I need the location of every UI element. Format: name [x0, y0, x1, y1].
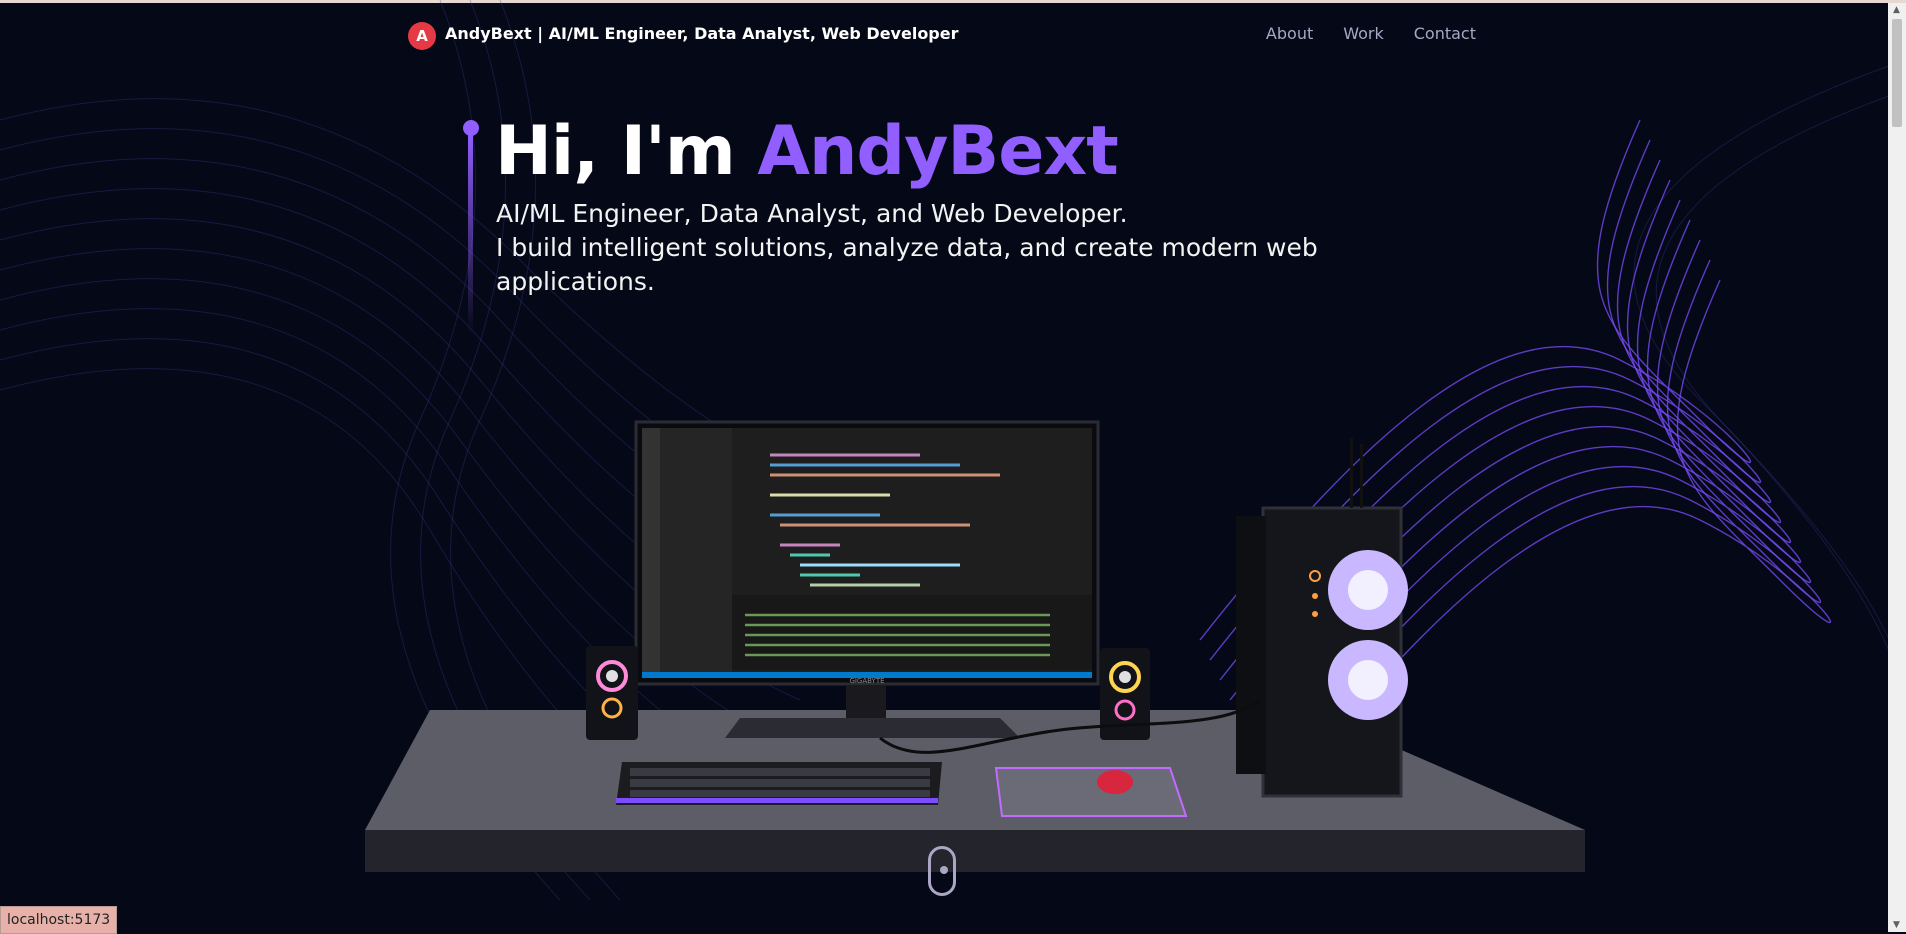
scroll-down-arrow-icon[interactable]: ▼ — [1893, 920, 1900, 930]
mousepad — [994, 767, 1188, 817]
logo-letter: A — [416, 27, 428, 45]
page-scrollbar[interactable]: ▲ ▼ — [1888, 3, 1906, 932]
hero-title-prefix: Hi, I'm — [495, 112, 758, 191]
desk-front — [365, 830, 1585, 872]
scroll-dot-icon — [940, 866, 948, 874]
monitor-base — [725, 718, 1020, 738]
brand-title[interactable]: AndyBext | AI/ML Engineer, Data Analyst,… — [445, 24, 959, 43]
scrollbar-thumb[interactable] — [1892, 19, 1902, 127]
keyboard-rgb-strip — [616, 798, 938, 803]
speaker-left — [586, 646, 638, 740]
nav-link-work[interactable]: Work — [1343, 24, 1384, 43]
monitor-neck — [846, 686, 886, 718]
navbar: A AndyBext | AI/ML Engineer, Data Analys… — [408, 18, 1476, 50]
editor-terminal — [732, 595, 1092, 670]
hero-subtitle-line2: I build intelligent solutions, analyze d… — [496, 233, 1318, 296]
monitor-brand-label: GIGABYTE — [849, 677, 884, 685]
nav-link-contact[interactable]: Contact — [1414, 24, 1476, 43]
nav-links: About Work Contact — [1266, 24, 1476, 43]
scroll-down-indicator[interactable] — [928, 846, 956, 896]
hero-accent-line — [468, 134, 473, 334]
hero-title-name: AndyBext — [757, 112, 1118, 191]
editor-activitybar — [642, 428, 660, 678]
pc-antenna-2 — [1360, 444, 1363, 508]
mouse — [1097, 770, 1133, 794]
hero-subtitle-line1: AI/ML Engineer, Data Analyst, and Web De… — [496, 199, 1128, 228]
keyboard-keys — [630, 768, 930, 797]
hero-title: Hi, I'm AndyBext — [495, 108, 1119, 196]
desk-setup-3d-scene[interactable]: GIGABYTE — [360, 410, 1600, 880]
link-status-url: localhost:5173 — [0, 906, 118, 934]
pc-antenna-1 — [1350, 438, 1353, 508]
scroll-up-arrow-icon[interactable]: ▲ — [1893, 5, 1900, 15]
logo[interactable]: A — [408, 22, 436, 50]
nav-link-about[interactable]: About — [1266, 24, 1313, 43]
pc-case-side-panel — [1236, 516, 1266, 774]
hero-subtitle: AI/ML Engineer, Data Analyst, and Web De… — [496, 197, 1376, 299]
